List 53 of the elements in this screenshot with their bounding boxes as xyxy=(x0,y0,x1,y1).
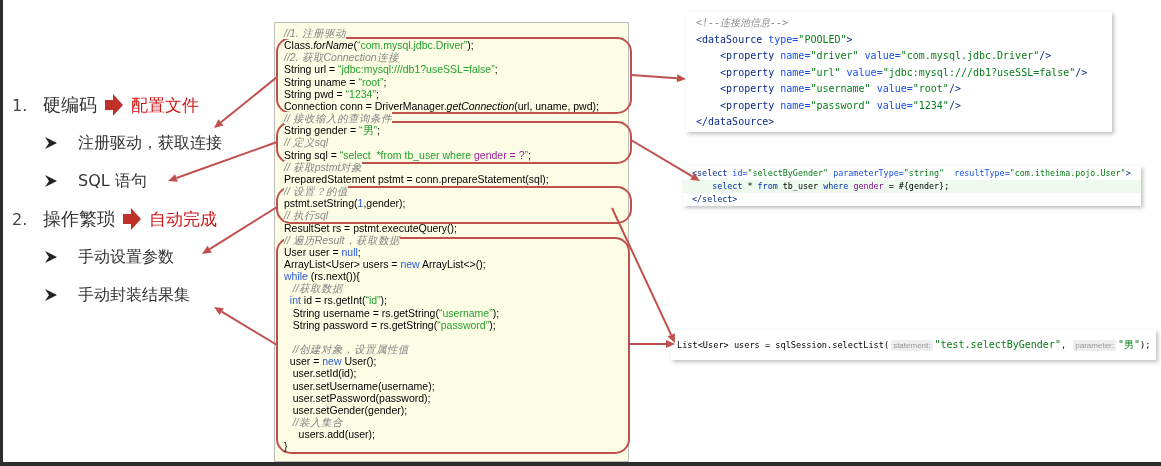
code-line: String pwd = “1234”; xyxy=(284,87,380,100)
code-line: <property name="driver" value="com.mysql.jdbc.Driver"/> xyxy=(719,49,1053,63)
code-line: </select> xyxy=(691,193,739,206)
code-line: String password = rs.getString(“password”); xyxy=(291,318,496,331)
code-line: User user = null; xyxy=(284,245,362,258)
code-line: pstmt.setString(1,gender); xyxy=(284,197,407,210)
code-line: <dataSource type="POOLED"> xyxy=(696,32,854,47)
code-line: PreparedStatement pstmt = conn.prepareStatement(sql); xyxy=(284,172,550,186)
code-line: <!--连接池信息--> xyxy=(696,16,790,30)
result-text: 自动完成 xyxy=(149,207,217,231)
code-line: } xyxy=(284,440,289,453)
code-line: String sql = “select *from tb_user where gender = ?”; xyxy=(284,148,532,161)
list-item-text: 手动设置参数 xyxy=(78,246,174,268)
bullet-arrow-icon xyxy=(45,175,57,187)
code-line: ArrayList<User> users = new ArrayList<>(); xyxy=(284,257,487,271)
list-item-text: 手动封装结果集 xyxy=(78,284,190,306)
code-line: String uname = “root”; xyxy=(284,75,388,88)
code-line: <select id="selectByGender" parameterType="string" resultType="com.itheima.pojo.User"> xyxy=(691,167,1132,180)
code-line: int id = rs.getInt(“id”); xyxy=(288,294,389,307)
code-line: //获取数据 xyxy=(284,282,628,295)
code-line: String username = rs.getString(“username”); xyxy=(291,306,501,319)
code-line: ResultSet rs = pstmt.executeQuery(); xyxy=(284,221,459,234)
code-line: String gender = “男”; xyxy=(284,124,381,137)
code-line: users.add(user); xyxy=(297,428,377,441)
list-number: 2. xyxy=(12,209,29,229)
list-item-text: 注册驱动，获取连接 xyxy=(78,132,222,154)
bullet-arrow-icon xyxy=(45,137,57,149)
code-line: <property name="password" value="1234"/> xyxy=(719,98,962,113)
list-item-text: 硬编码 xyxy=(43,93,97,117)
result-text: 配置文件 xyxy=(131,93,199,117)
code-line: List<User> users = sqlSession.selectList( statement: "test.selectByGender", parameter: "男"); xyxy=(677,338,1151,353)
code-line: //创建对象，设置属性值 xyxy=(284,343,628,356)
list-item-text: 操作繁琐 xyxy=(43,207,115,231)
list-item-text: SQL 语句 xyxy=(78,170,147,192)
arrow xyxy=(214,307,278,346)
code-line: user.setPassword(password); xyxy=(291,391,431,404)
code-line: <property name="username" value="root"/> xyxy=(719,82,962,96)
code-line: user = new User(); xyxy=(288,355,378,368)
code-line: Connection conn = DriverManager.getConnection(url, uname, pwd); xyxy=(284,99,600,113)
code-line: <property name="url" value="jdbc:mysql:///db1?useSSL=false"/> xyxy=(719,65,1089,80)
bullet-arrow-icon xyxy=(45,289,57,301)
code-line: Class.forName(“com.mysql.jdbc.Driver”); xyxy=(284,39,475,52)
code-line: while (rs.next()){ xyxy=(284,270,361,283)
bullet-arrow-icon xyxy=(45,251,57,263)
list-number: 1. xyxy=(12,95,29,115)
code-line: user.setId(id); xyxy=(291,367,358,380)
code-line: String url = “jdbc:mysql:///db1?useSSL=false”; xyxy=(284,63,499,76)
code-line: </dataSource> xyxy=(696,115,776,129)
code-line: user.setUsername(username); xyxy=(291,379,436,392)
block-arrow-icon xyxy=(105,94,123,116)
code-line: //装入集合 xyxy=(284,416,628,429)
code-line: user.setGender(gender); xyxy=(291,403,408,416)
block-arrow-icon xyxy=(123,208,141,230)
